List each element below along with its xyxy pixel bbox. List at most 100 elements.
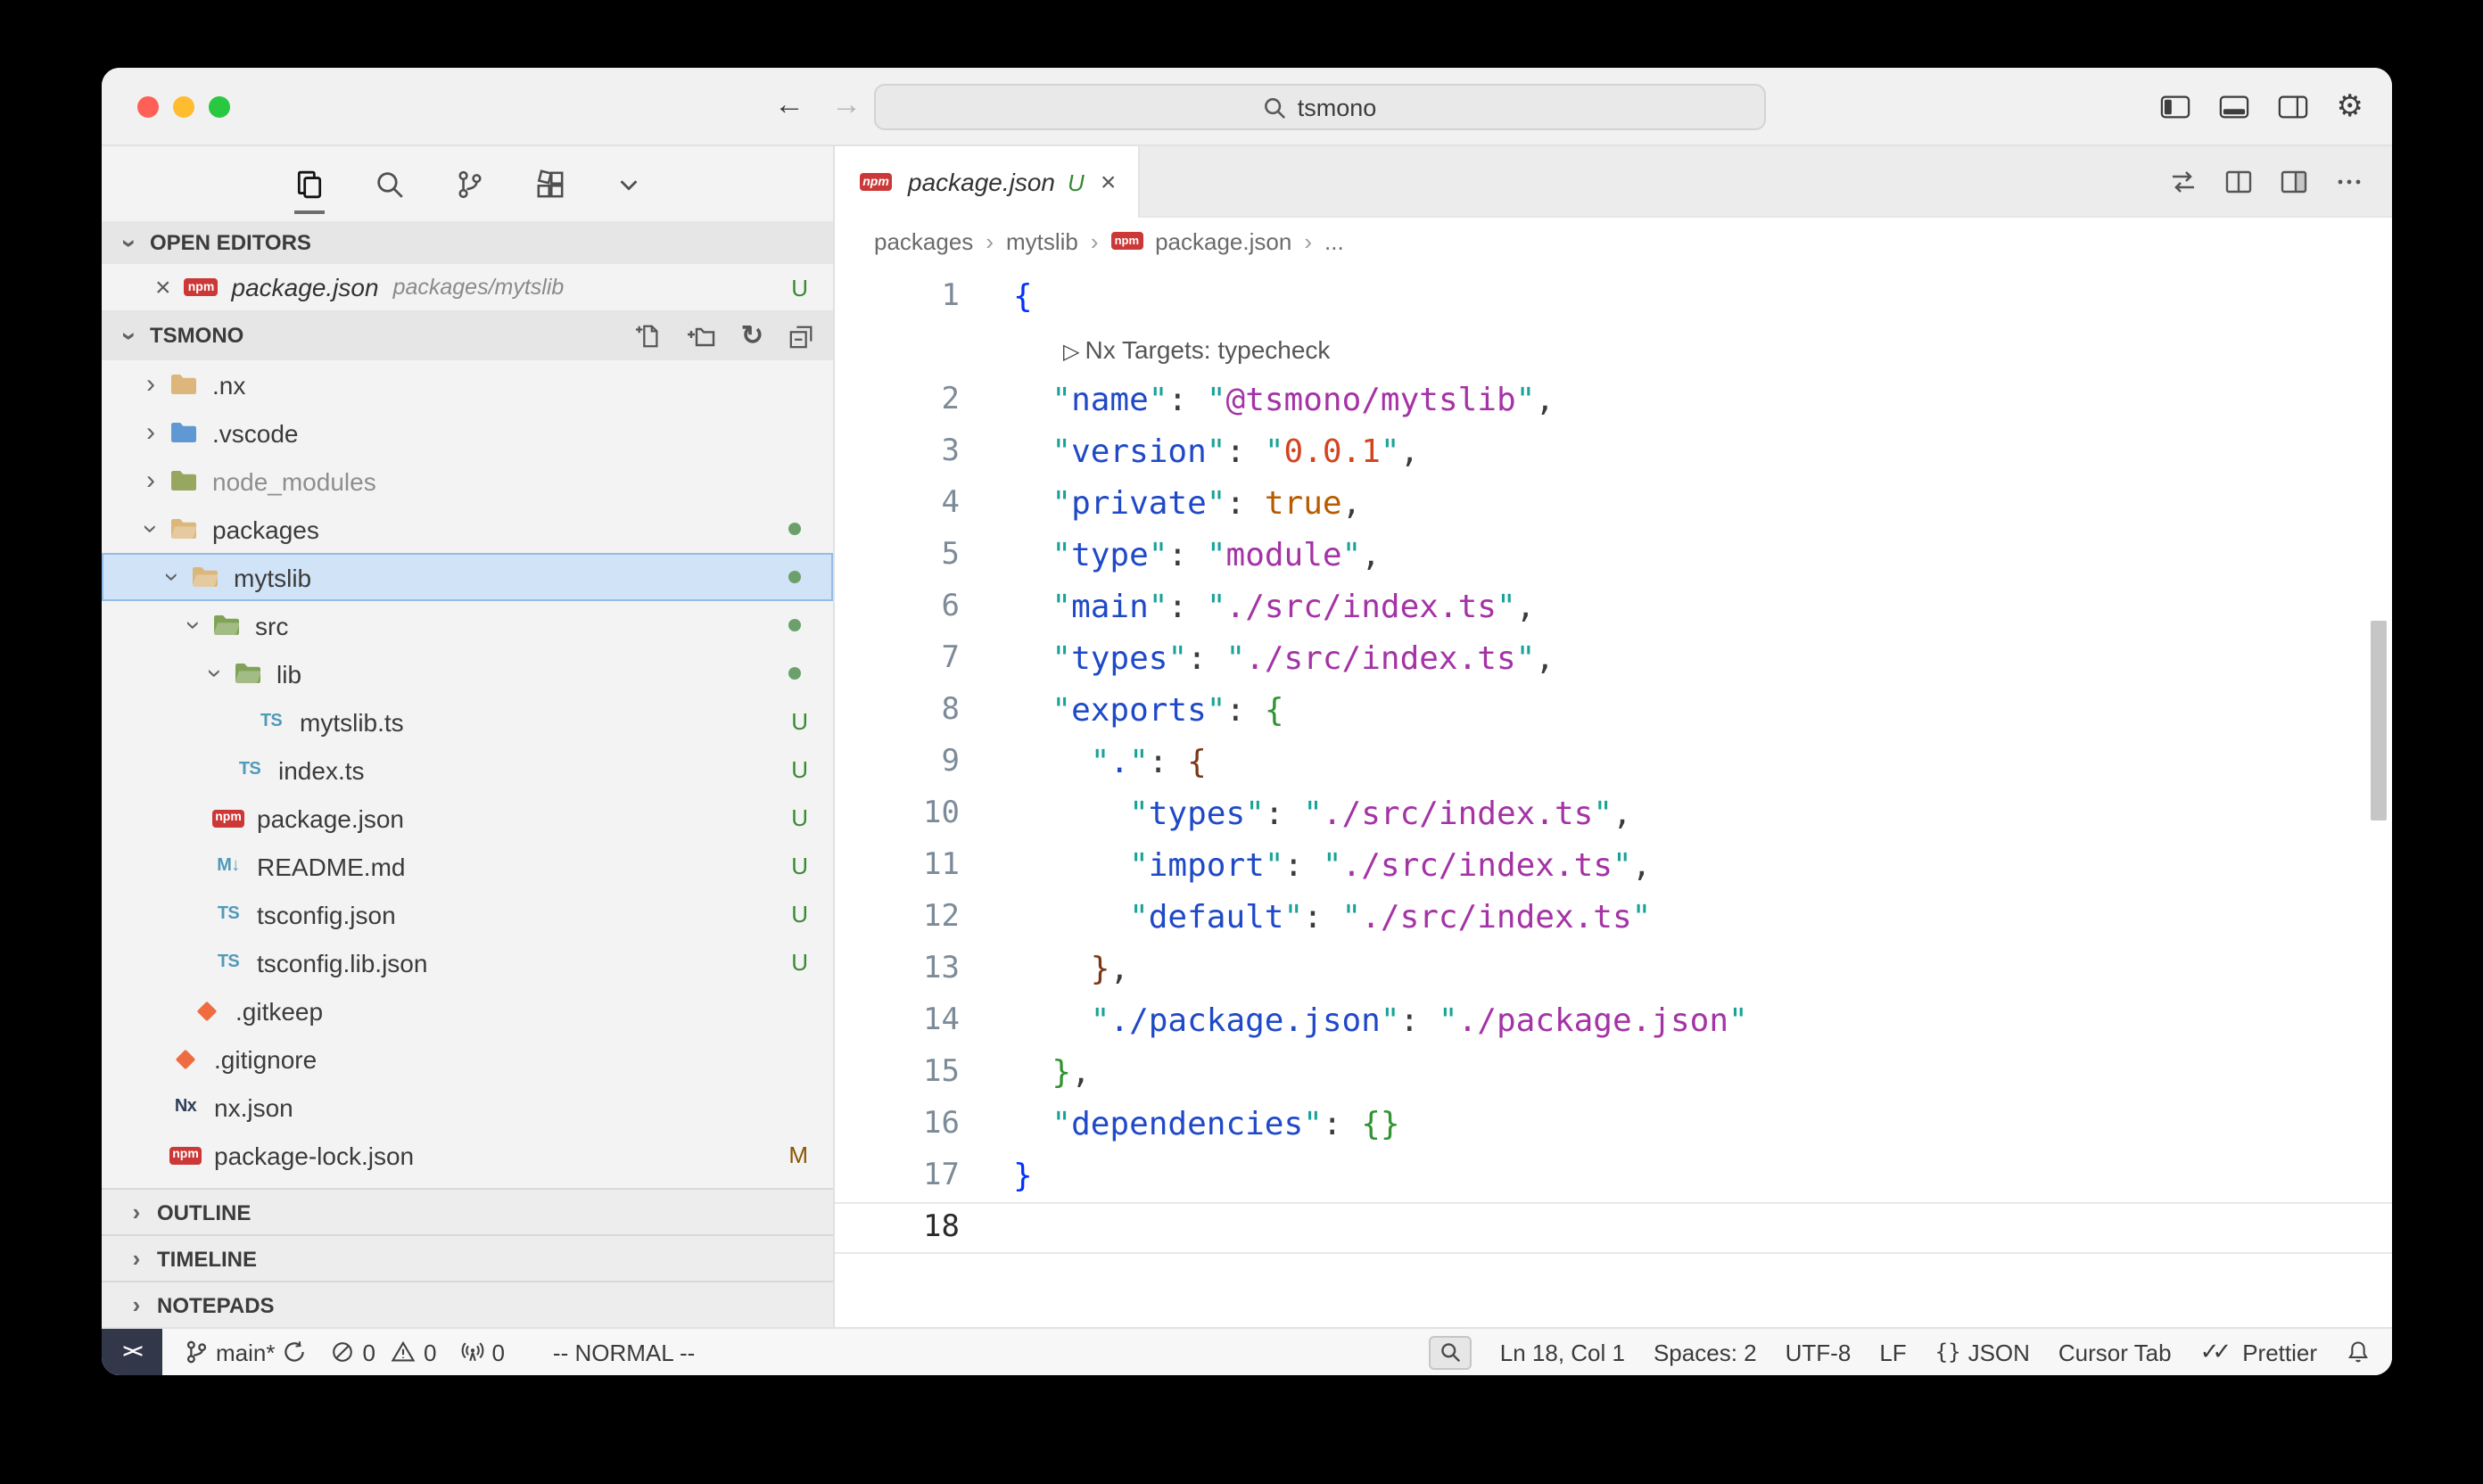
navigate-forward-icon[interactable]: → xyxy=(831,87,862,123)
scrollbar-thumb[interactable] xyxy=(2371,621,2387,820)
run-icon[interactable]: ▷ xyxy=(1063,339,1079,364)
code-line-4[interactable]: 4 "private": true, xyxy=(835,478,2392,530)
refresh-explorer-icon[interactable]: ↻ xyxy=(741,322,763,349)
eol-indicator[interactable]: LF xyxy=(1879,1339,1906,1365)
tree-item-package-lock.json[interactable]: npmpackage-lock.jsonM xyxy=(102,1131,833,1179)
ports-indicator[interactable]: 0 xyxy=(459,1339,504,1365)
chevron-right-icon[interactable]: › xyxy=(137,371,164,398)
close-tab-icon[interactable]: × xyxy=(1101,169,1117,195)
code-line-18[interactable]: 18 xyxy=(835,1202,2392,1254)
encoding-indicator[interactable]: UTF-8 xyxy=(1786,1339,1852,1365)
tree-item-package.json[interactable]: npmpackage.jsonU xyxy=(102,794,833,842)
toggle-secondary-sidebar-icon[interactable] xyxy=(2278,95,2308,120)
tree-item-.gitkeep[interactable]: .gitkeep xyxy=(102,986,833,1035)
open-editor-item[interactable]: × npm package.json packages/mytslib U xyxy=(102,264,833,310)
codelens-nx-targets[interactable]: ▷Nx Targets: typecheck xyxy=(835,323,2392,375)
split-editor-icon[interactable] xyxy=(2280,167,2308,195)
code-line-10[interactable]: 10 "types": "./src/index.ts", xyxy=(835,788,2392,840)
tree-item-README.md[interactable]: M↓README.mdU xyxy=(102,842,833,890)
source-control-view-icon[interactable] xyxy=(454,169,484,199)
new-file-icon[interactable] xyxy=(636,322,663,349)
notepads-section-header[interactable]: › NOTEPADS xyxy=(102,1281,833,1327)
chevron-right-icon[interactable]: › xyxy=(137,467,164,494)
tree-item-lib[interactable]: ›lib xyxy=(102,649,833,697)
chevron-right-icon[interactable]: › xyxy=(137,419,164,446)
formatter-indicator[interactable]: ✓✓ Prettier xyxy=(2200,1338,2317,1366)
cursor-position[interactable]: Ln 18, Col 1 xyxy=(1500,1339,1625,1365)
code-line-16[interactable]: 16 "dependencies": {} xyxy=(835,1099,2392,1150)
tree-item-tsconfig.json[interactable]: TStsconfig.jsonU xyxy=(102,890,833,938)
code-line-15[interactable]: 15 }, xyxy=(835,1047,2392,1099)
settings-gear-icon[interactable]: ⚙ xyxy=(2337,89,2364,125)
code-editor[interactable]: 1{▷Nx Targets: typecheck2 "name": "@tsmo… xyxy=(835,264,2392,1327)
sync-icon[interactable] xyxy=(283,1340,308,1364)
chevron-down-icon[interactable]: › xyxy=(159,564,186,590)
git-branch-icon xyxy=(184,1340,209,1364)
line-number: 12 xyxy=(835,892,960,944)
close-window-button[interactable] xyxy=(137,96,159,118)
branch-indicator[interactable]: main* xyxy=(184,1339,308,1365)
code-line-5[interactable]: 5 "type": "module", xyxy=(835,530,2392,581)
new-folder-icon[interactable] xyxy=(688,322,716,349)
code-line-6[interactable]: 6 "main": "./src/index.ts", xyxy=(835,581,2392,633)
explorer-section-header[interactable]: › TSMONO ↻ xyxy=(102,310,833,360)
tree-item-.vscode[interactable]: ›.vscode xyxy=(102,408,833,457)
chevron-down-icon[interactable]: › xyxy=(180,612,207,639)
code-line-8[interactable]: 8 "exports": { xyxy=(835,685,2392,737)
code-line-11[interactable]: 11 "import": "./src/index.ts", xyxy=(835,840,2392,892)
code-line-17[interactable]: 17} xyxy=(835,1150,2392,1202)
language-mode-indicator[interactable]: {} JSON xyxy=(1935,1339,2030,1365)
tree-item-tsconfig.lib.json[interactable]: TStsconfig.lib.jsonU xyxy=(102,938,833,986)
compare-changes-icon[interactable] xyxy=(2169,167,2198,195)
tree-item-nx.json[interactable]: Nxnx.json xyxy=(102,1083,833,1131)
code-line-2[interactable]: 2 "name": "@tsmono/mytslib", xyxy=(835,375,2392,426)
tree-item-mytslib.ts[interactable]: TSmytslib.tsU xyxy=(102,697,833,746)
indentation-indicator[interactable]: Spaces: 2 xyxy=(1654,1339,1757,1365)
search-view-icon[interactable] xyxy=(374,169,404,199)
command-center-search[interactable]: tsmono xyxy=(874,84,1766,130)
tree-item-index.ts[interactable]: TSindex.tsU xyxy=(102,746,833,794)
outline-section-header[interactable]: › OUTLINE xyxy=(102,1188,833,1234)
minimize-window-button[interactable] xyxy=(173,96,194,118)
navigate-back-icon[interactable]: ← xyxy=(774,87,804,123)
code-line-9[interactable]: 9 ".": { xyxy=(835,737,2392,788)
code-line-13[interactable]: 13 }, xyxy=(835,944,2392,995)
zoom-indicator[interactable] xyxy=(1429,1335,1472,1369)
breadcrumb-mytslib[interactable]: mytslib xyxy=(1006,227,1078,254)
vim-mode-indicator[interactable]: -- NORMAL -- xyxy=(553,1339,695,1365)
code-line-12[interactable]: 12 "default": "./src/index.ts" xyxy=(835,892,2392,944)
collapse-folders-icon[interactable] xyxy=(788,322,815,349)
tree-item-.gitignore[interactable]: .gitignore xyxy=(102,1035,833,1083)
cursor-tab-indicator[interactable]: Cursor Tab xyxy=(2058,1339,2172,1365)
open-changes-icon[interactable] xyxy=(2224,167,2253,195)
chevron-down-icon[interactable]: › xyxy=(202,660,228,687)
tree-item-mytslib[interactable]: ›mytslib xyxy=(102,553,833,601)
breadcrumb-more[interactable]: ... xyxy=(1324,227,1344,254)
timeline-section-header[interactable]: › TIMELINE xyxy=(102,1234,833,1281)
toggle-panel-icon[interactable] xyxy=(2219,95,2249,120)
code-line-3[interactable]: 3 "version": "0.0.1", xyxy=(835,426,2392,478)
toggle-primary-sidebar-icon[interactable] xyxy=(2160,95,2190,120)
notifications-bell-icon[interactable] xyxy=(2346,1340,2371,1364)
code-line-1[interactable]: 1{ xyxy=(835,271,2392,323)
close-editor-icon[interactable]: × xyxy=(155,274,171,301)
tab-package-json[interactable]: npm package.json U × xyxy=(835,146,1139,218)
tree-item-packages[interactable]: ›packages xyxy=(102,505,833,553)
explorer-view-icon[interactable] xyxy=(293,169,324,199)
problems-indicator[interactable]: 0 0 xyxy=(331,1339,437,1365)
more-views-chevron-icon[interactable] xyxy=(615,170,641,197)
tree-item-.nx[interactable]: ›.nx xyxy=(102,360,833,408)
remote-indicator[interactable]: >< xyxy=(102,1329,162,1375)
maximize-window-button[interactable] xyxy=(209,96,230,118)
more-actions-icon[interactable] xyxy=(2335,167,2363,195)
breadcrumb-package-json[interactable]: package.json xyxy=(1155,227,1291,254)
tree-item-src[interactable]: ›src xyxy=(102,601,833,649)
tree-item-node_modules[interactable]: ›node_modules xyxy=(102,457,833,505)
breadcrumb-packages[interactable]: packages xyxy=(874,227,973,254)
extensions-view-icon[interactable] xyxy=(534,169,565,199)
chevron-down-icon[interactable]: › xyxy=(137,515,164,542)
code-line-7[interactable]: 7 "types": "./src/index.ts", xyxy=(835,633,2392,685)
code-line-14[interactable]: 14 "./package.json": "./package.json" xyxy=(835,995,2392,1047)
code-lines: 1{▷Nx Targets: typecheck2 "name": "@tsmo… xyxy=(835,271,2392,1254)
open-editors-header[interactable]: › OPEN EDITORS xyxy=(102,221,833,264)
